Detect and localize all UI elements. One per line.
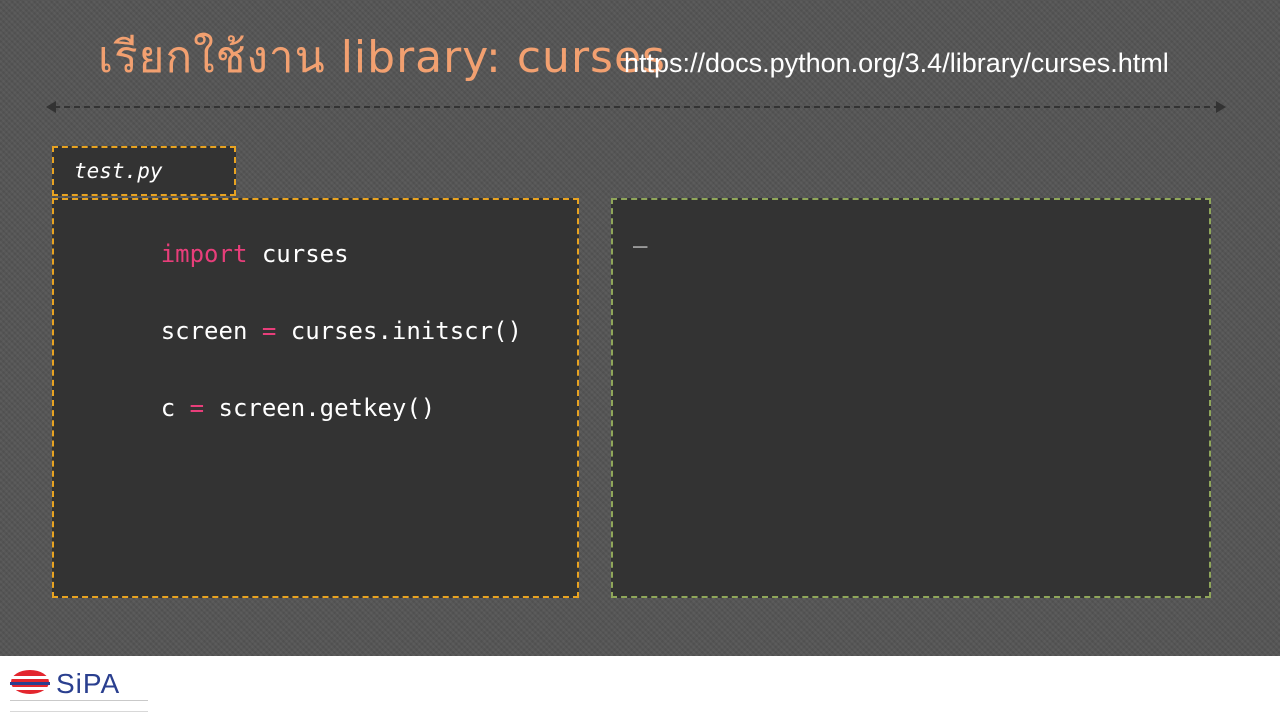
terminal-cursor: _ xyxy=(633,220,648,248)
logo-subtitle-graphic xyxy=(10,700,148,712)
slide-title: เรียกใช้งาน library: curses xyxy=(98,32,666,83)
code-editor-panel: import curses screen = curses.initscr() … xyxy=(52,198,579,598)
code-text: curses xyxy=(247,240,349,268)
code-operator: = xyxy=(261,317,277,345)
slide: เรียกใช้งาน library: curses https://docs… xyxy=(0,0,1280,656)
file-tab[interactable]: test.py xyxy=(52,146,236,196)
code-text: screen.getkey() xyxy=(204,394,436,422)
arrow-left-icon xyxy=(46,101,56,113)
code-text: curses.initscr() xyxy=(276,317,522,345)
code-text: c xyxy=(160,394,190,422)
code-keyword: import xyxy=(160,240,248,268)
sipa-logo: SiPA xyxy=(8,668,158,716)
divider-line xyxy=(54,106,1220,108)
sipa-emblem-icon xyxy=(10,670,50,694)
arrow-right-icon xyxy=(1216,101,1226,113)
code-operator: = xyxy=(189,394,205,422)
code-text: screen xyxy=(160,317,262,345)
documentation-link[interactable]: https://docs.python.org/3.4/library/curs… xyxy=(624,48,1169,79)
code-line-1: import curses xyxy=(74,212,349,296)
code-line-2: screen = curses.initscr() xyxy=(74,289,522,373)
logo-wordmark: SiPA xyxy=(56,668,121,699)
footer: SiPA xyxy=(0,656,1280,720)
file-tab-label: test.py xyxy=(74,159,163,183)
terminal-output-panel: _ xyxy=(611,198,1211,598)
code-line-3: c = screen.getkey() xyxy=(74,366,436,450)
